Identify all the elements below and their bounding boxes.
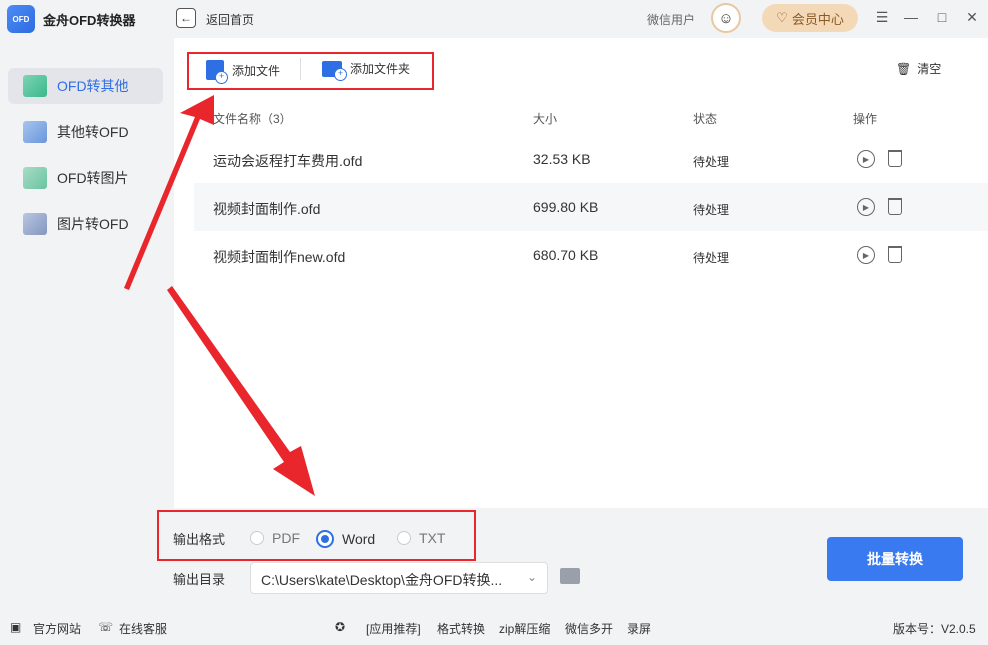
delete-icon[interactable] — [888, 198, 902, 215]
delete-icon[interactable] — [888, 150, 902, 167]
back-home-link[interactable]: 返回首页 — [206, 11, 254, 28]
file-name: 视频封面制作new.ofd — [213, 249, 346, 265]
picture-icon — [23, 213, 47, 235]
footer-link[interactable]: 格式转换 — [437, 620, 485, 637]
sidebar-item-label: OFD转其他 — [57, 78, 129, 94]
file-status: 待处理 — [693, 155, 730, 169]
file-status: 待处理 — [693, 251, 730, 265]
version-label: 版本号：V2.0.5 — [893, 622, 976, 636]
output-dir-select[interactable]: C:\Users\kate\Desktop\金舟OFD转换... ⌄ — [250, 562, 548, 594]
batch-convert-button[interactable]: 批量转换 — [827, 537, 963, 581]
file-size: 680.70 KB — [533, 247, 599, 263]
image-convert-icon — [23, 167, 47, 189]
annotation-box — [157, 510, 476, 561]
thumbs-up-icon: ♡ — [776, 10, 788, 25]
footer-link[interactable]: 录屏 — [627, 620, 651, 637]
headset-icon: ☏ — [98, 620, 114, 634]
column-name: 文件名称（3） — [213, 112, 292, 126]
avatar[interactable]: ☺ — [711, 3, 741, 33]
play-icon[interactable]: ▶ — [857, 150, 875, 168]
footer: ▣ 官方网站 ☏ 在线客服 ✪ [应用推荐] 格式转换 zip解压缩 微信多开 … — [0, 610, 988, 645]
file-size: 32.53 KB — [533, 151, 591, 167]
back-arrow-icon[interactable]: ← — [176, 8, 196, 28]
output-dir-value: C:\Users\kate\Desktop\金舟OFD转换... — [261, 572, 503, 588]
file-name: 视频封面制作.ofd — [213, 201, 321, 217]
column-size: 大小 — [533, 112, 558, 126]
title-bar: OFD 金舟OFD转换器 ← 返回首页 微信用户 ☺ ♡ 会员中心 ☰ — □ … — [0, 0, 988, 36]
sidebar-item-other-to-ofd[interactable]: 其他转OFD — [8, 114, 163, 150]
chevron-down-icon: ⌄ — [526, 570, 537, 584]
app-logo: OFD — [7, 5, 35, 33]
sidebar-item-ofd-to-image[interactable]: OFD转图片 — [8, 160, 163, 196]
minimize-icon[interactable]: — — [903, 8, 919, 26]
file-status: 待处理 — [693, 203, 730, 217]
footer-link[interactable]: zip解压缩 — [499, 620, 550, 637]
column-actions: 操作 — [853, 112, 878, 126]
close-icon[interactable]: ✕ — [964, 8, 980, 26]
recommend-label: [应用推荐] — [366, 622, 421, 636]
table-row[interactable]: 视频封面制作new.ofd 680.70 KB 待处理 ▶ — [194, 231, 988, 279]
maximize-icon[interactable]: □ — [934, 8, 950, 26]
website-link[interactable]: 官方网站 — [33, 620, 81, 637]
table-row[interactable]: 视频封面制作.ofd 699.80 KB 待处理 ▶ — [194, 183, 988, 231]
file-name: 运动会返程打车费用.ofd — [213, 153, 363, 169]
footer-link[interactable]: 微信多开 — [565, 620, 613, 637]
megaphone-icon: ✪ — [335, 620, 346, 634]
support-link[interactable]: 在线客服 — [119, 620, 167, 637]
output-dir-label: 输出目录 — [173, 572, 226, 587]
app-title: 金舟OFD转换器 — [43, 13, 136, 28]
sidebar: OFD转其他 其他转OFD OFD转图片 图片转OFD — [0, 36, 172, 606]
open-folder-icon[interactable] — [560, 568, 580, 584]
table-header: 文件名称（3） 大小 状态 操作 — [194, 102, 988, 132]
user-name[interactable]: 微信用户 — [647, 11, 695, 28]
clear-label: 清空 — [917, 62, 942, 76]
vip-center-button[interactable]: ♡ 会员中心 — [762, 4, 858, 32]
column-status: 状态 — [693, 112, 718, 126]
file-list-panel: 添加文件 添加文件夹 🗑 清空 文件名称（3） 大小 状态 操作 运动会返程打车… — [174, 38, 988, 508]
clear-button[interactable]: 🗑 清空 — [896, 60, 941, 77]
play-icon[interactable]: ▶ — [857, 246, 875, 264]
sidebar-item-ofd-to-other[interactable]: OFD转其他 — [8, 68, 163, 104]
sidebar-item-image-to-ofd[interactable]: 图片转OFD — [8, 206, 163, 242]
delete-icon[interactable] — [888, 246, 902, 263]
sidebar-item-label: 图片转OFD — [57, 216, 129, 232]
trash-icon: 🗑 — [896, 61, 912, 76]
sidebar-item-label: OFD转图片 — [57, 170, 129, 186]
sidebar-item-label: 其他转OFD — [57, 124, 129, 140]
annotation-box — [187, 52, 434, 90]
monitor-icon: ▣ — [10, 620, 22, 634]
file-size: 699.80 KB — [533, 199, 599, 215]
play-icon[interactable]: ▶ — [857, 198, 875, 216]
ofd-convert-icon — [23, 75, 47, 97]
document-convert-icon — [23, 121, 47, 143]
menu-icon[interactable]: ☰ — [874, 8, 890, 26]
table-row[interactable]: 运动会返程打车费用.ofd 32.53 KB 待处理 ▶ — [194, 135, 988, 183]
vip-center-label: 会员中心 — [791, 11, 844, 27]
